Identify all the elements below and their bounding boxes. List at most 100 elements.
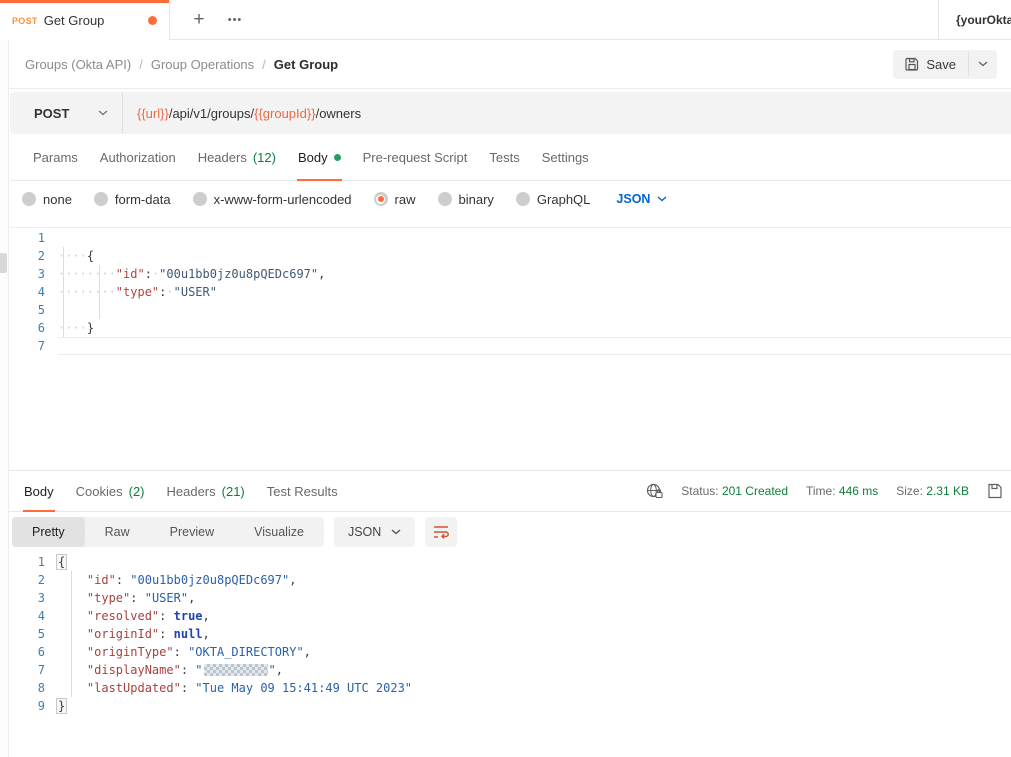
request-body-editor[interactable]: 12····{3········"id":·"00u1bb0jz0u8pQEDc…: [10, 227, 1011, 470]
response-tab-body[interactable]: Body: [13, 471, 65, 511]
chevron-down-icon: [978, 61, 988, 67]
plus-icon: +: [193, 9, 204, 31]
chevron-down-icon: [98, 110, 108, 116]
method-label: POST: [34, 106, 69, 121]
save-button[interactable]: Save: [893, 50, 968, 79]
breadcrumb-request-name[interactable]: Get Group: [274, 57, 338, 72]
body-type-none[interactable]: none: [22, 192, 72, 207]
line-number: 7: [10, 337, 58, 355]
body-type-raw[interactable]: raw: [374, 192, 416, 207]
body-type-row: none form-data x-www-form-urlencoded raw…: [10, 181, 1011, 217]
postman-window: POST Get Group + ••• {yourOkta Groups (O…: [0, 0, 1011, 757]
active-tab-underline: [23, 510, 55, 512]
tab-pre-request-script[interactable]: Pre-request Script: [352, 134, 479, 180]
save-options-button[interactable]: [968, 52, 997, 76]
body-type-urlencoded[interactable]: x-www-form-urlencoded: [193, 192, 352, 207]
indent-guide: [63, 247, 64, 337]
tab-options-button[interactable]: •••: [222, 7, 248, 33]
line-number: 1: [10, 229, 58, 247]
line-number: 3: [10, 589, 58, 607]
save-response-button[interactable]: [987, 483, 1003, 499]
chevron-down-icon: [391, 529, 401, 535]
view-preview[interactable]: Preview: [150, 517, 234, 547]
tab-method-badge: POST: [12, 16, 38, 26]
redacted-value: [204, 664, 268, 676]
save-response-icon: [987, 483, 1003, 499]
line-number: 6: [10, 643, 58, 661]
radio-icon: [22, 192, 36, 206]
body-type-form-data[interactable]: form-data: [94, 192, 171, 207]
response-meta: Status: 201 Created Time: 446 ms Size: 2…: [646, 470, 1011, 512]
size-badge: Size: 2.31 KB: [896, 484, 969, 498]
response-toolbar: Pretty Raw Preview Visualize JSON: [10, 517, 1011, 547]
radio-selected-icon: [374, 192, 388, 206]
line-number: 5: [10, 625, 58, 643]
environment-name: {yourOkta: [956, 13, 1011, 27]
wrap-text-icon: [433, 525, 449, 539]
breadcrumb-collection[interactable]: Groups (Okta API): [25, 57, 131, 72]
line-number: 6: [10, 319, 58, 337]
request-tabs: Params Authorization Headers(12) Body Pr…: [10, 134, 1011, 181]
status-badge: Status: 201 Created: [681, 484, 788, 498]
view-pretty[interactable]: Pretty: [12, 517, 85, 547]
save-button-label: Save: [926, 57, 956, 72]
request-language-label: JSON: [616, 192, 650, 206]
breadcrumb-separator: /: [262, 57, 266, 72]
response-tab-cookies[interactable]: Cookies(2): [65, 471, 156, 511]
response-language-dropdown[interactable]: JSON: [334, 517, 415, 547]
radio-icon: [516, 192, 530, 206]
breadcrumb: Groups (Okta API) / Group Operations / G…: [25, 57, 893, 72]
line-number: 7: [10, 661, 58, 679]
method-dropdown[interactable]: POST: [10, 106, 122, 121]
url-input[interactable]: {{url}}/api/v1/groups/{{groupId}}/owners: [123, 106, 361, 121]
editor-active-line: [58, 337, 1011, 355]
headers-count: (12): [253, 150, 276, 165]
save-button-group: Save: [893, 50, 997, 79]
line-number: 4: [10, 607, 58, 625]
tab-body[interactable]: Body: [287, 134, 352, 180]
breadcrumb-folder[interactable]: Group Operations: [151, 57, 254, 72]
request-url-bar: POST {{url}}/api/v1/groups/{{groupId}}/o…: [10, 92, 1011, 134]
tab-headers[interactable]: Headers(12): [187, 134, 287, 180]
line-number: 1: [10, 553, 58, 571]
open-request-tab[interactable]: POST Get Group: [0, 0, 170, 40]
wrap-lines-button[interactable]: [425, 517, 457, 547]
view-raw[interactable]: Raw: [85, 517, 150, 547]
response-body-viewer[interactable]: 1{2 "id": "00u1bb0jz0u8pQEDc697",3 "type…: [10, 552, 1011, 715]
body-present-dot-icon: [334, 154, 341, 161]
time-value: 446 ms: [839, 484, 878, 498]
response-view-switch: Pretty Raw Preview Visualize: [12, 517, 324, 547]
indent-guide: [71, 571, 72, 697]
new-tab-button[interactable]: +: [186, 7, 212, 33]
body-type-graphql[interactable]: GraphQL: [516, 192, 590, 207]
save-icon: [905, 57, 919, 71]
tab-title: Get Group: [44, 13, 148, 28]
line-number: 9: [10, 697, 58, 715]
size-value: 2.31 KB: [926, 484, 969, 498]
request-language-dropdown[interactable]: JSON: [616, 192, 667, 206]
view-visualize[interactable]: Visualize: [234, 517, 324, 547]
line-number: 2: [10, 571, 58, 589]
tab-settings[interactable]: Settings: [531, 134, 600, 180]
body-type-binary[interactable]: binary: [438, 192, 494, 207]
unsaved-changes-dot-icon: [148, 16, 157, 25]
tab-authorization[interactable]: Authorization: [89, 134, 187, 180]
time-badge: Time: 446 ms: [806, 484, 878, 498]
response-language-label: JSON: [348, 525, 381, 539]
response-tab-test-results[interactable]: Test Results: [256, 471, 349, 511]
tab-params[interactable]: Params: [22, 134, 89, 180]
more-icon: •••: [228, 14, 243, 26]
sidebar-resize-handle[interactable]: [0, 253, 7, 273]
response-headers-count: (21): [222, 484, 245, 499]
environment-selector[interactable]: {yourOkta: [938, 0, 1011, 40]
tab-tests[interactable]: Tests: [478, 134, 530, 180]
breadcrumb-row: Groups (Okta API) / Group Operations / G…: [9, 40, 1011, 89]
network-info-button[interactable]: [646, 483, 663, 499]
response-tab-headers[interactable]: Headers(21): [156, 471, 256, 511]
line-number: 4: [10, 283, 58, 301]
line-number: 3: [10, 265, 58, 283]
active-tab-accent: [0, 0, 169, 3]
status-value: 201 Created: [722, 484, 788, 498]
line-number: 5: [10, 301, 58, 319]
request-tab-bar: POST Get Group + ••• {yourOkta: [0, 0, 1011, 40]
